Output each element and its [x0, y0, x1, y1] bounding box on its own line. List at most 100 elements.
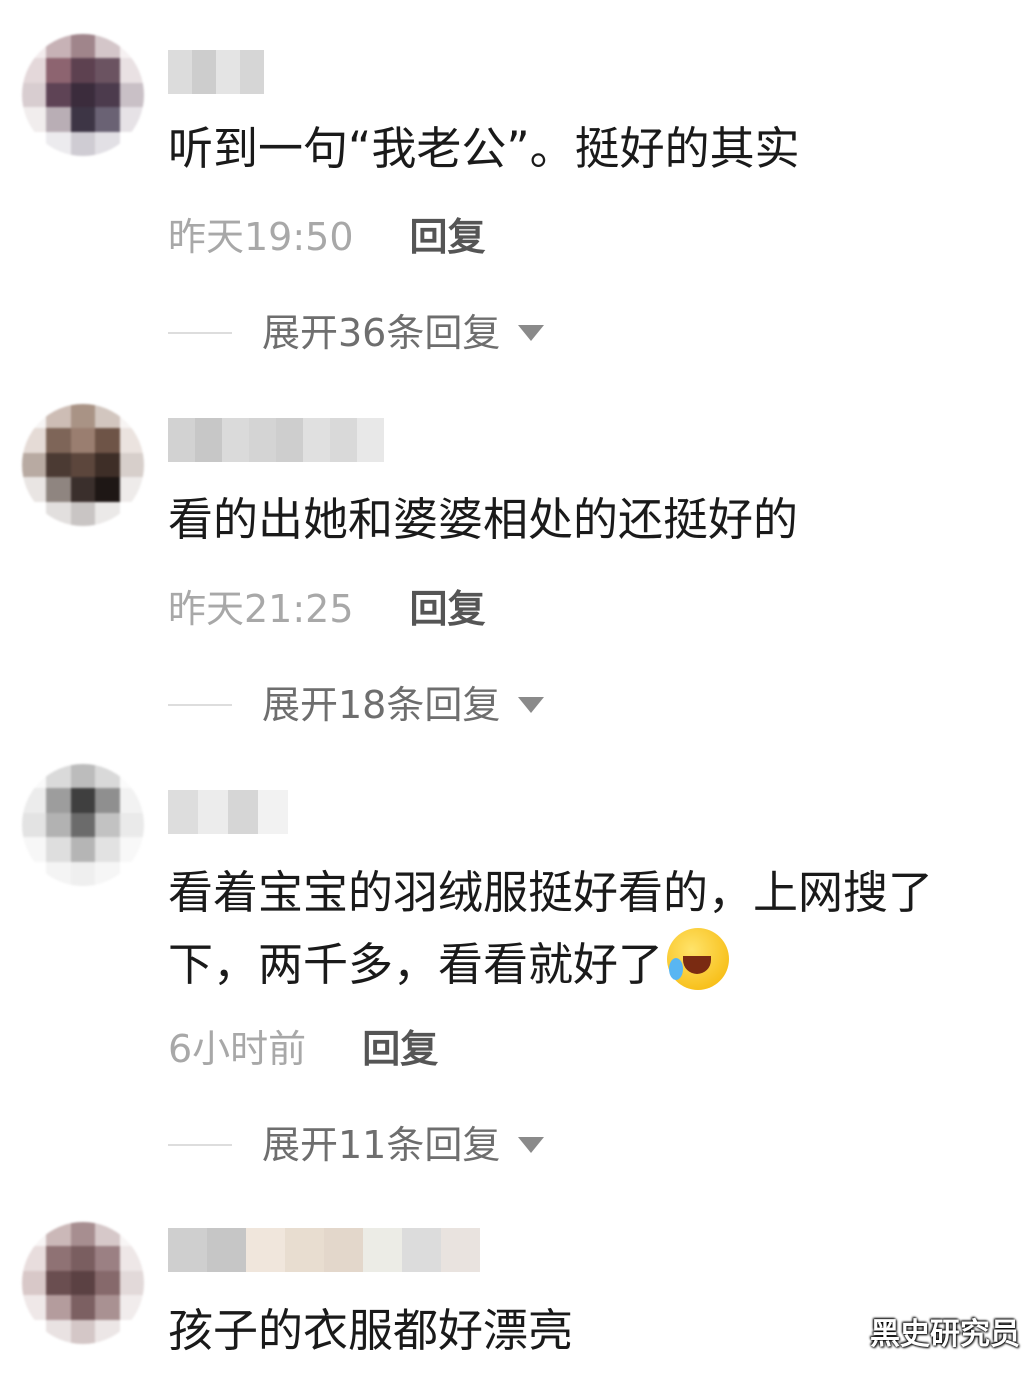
reply-button[interactable]: 回复 — [362, 1024, 438, 1074]
comment-meta: 昨天21:25 回复 — [168, 584, 486, 634]
avatar-pixel — [95, 1319, 120, 1344]
avatar-pixel — [22, 131, 47, 156]
avatar-pixel — [22, 812, 47, 838]
expand-replies-label: 展开36条回复 — [262, 311, 501, 355]
username-pixel — [357, 418, 384, 462]
avatar-pixel — [46, 82, 71, 108]
username-pixel — [168, 50, 192, 94]
avatar-pixel — [119, 131, 144, 156]
avatar-pixel — [70, 812, 96, 838]
avatar-pixel — [119, 837, 144, 862]
username-pixel — [246, 1228, 285, 1272]
avatar-pixel — [22, 1295, 47, 1320]
username[interactable] — [168, 1228, 480, 1272]
avatar-pixel — [70, 452, 96, 478]
expand-replies-button[interactable]: 展开18条回复 — [168, 680, 545, 730]
avatar-pixel — [70, 131, 96, 156]
avatar-pixel — [70, 477, 96, 502]
avatar[interactable] — [22, 34, 144, 156]
chevron-down-icon — [518, 325, 545, 341]
comment-meta: 6小时前 回复 — [168, 1024, 438, 1074]
avatar-pixel — [46, 477, 71, 502]
avatar[interactable] — [22, 1222, 144, 1344]
username-pixel — [195, 418, 222, 462]
username-pixel — [168, 418, 195, 462]
username-pixel — [249, 418, 276, 462]
avatar-pixel — [70, 1222, 96, 1247]
avatar-pixel — [46, 501, 71, 526]
avatar-pixel — [95, 107, 120, 132]
avatar-pixel — [46, 861, 71, 886]
avatar-pixel — [22, 428, 47, 453]
avatar-pixel — [95, 82, 120, 108]
avatar-pixel — [70, 764, 96, 789]
chevron-down-icon — [518, 1137, 545, 1153]
avatar-pixel — [70, 1246, 96, 1271]
expand-replies-button[interactable]: 展开36条回复 — [168, 308, 545, 358]
avatar-pixel — [46, 404, 71, 429]
divider-line — [168, 704, 232, 706]
username-pixel — [192, 50, 216, 94]
avatar-pixel — [119, 428, 144, 453]
avatar-pixel — [95, 1222, 120, 1247]
comment-text: 孩子的衣服都好漂亮 — [168, 1304, 574, 1357]
avatar-pixel — [46, 452, 71, 478]
username-pixel — [402, 1228, 441, 1272]
avatar-pixel — [119, 1222, 144, 1247]
avatar-pixel — [70, 107, 96, 132]
avatar-pixel — [22, 1246, 47, 1271]
avatar-pixel — [22, 861, 47, 886]
avatar-pixel — [46, 1319, 71, 1344]
avatar-pixel — [95, 1295, 120, 1320]
username[interactable] — [168, 50, 264, 94]
avatar-pixel — [22, 788, 47, 813]
expand-replies-button[interactable]: 展开11条回复 — [168, 1120, 545, 1170]
avatar-pixel — [95, 34, 120, 59]
avatar-pixel — [95, 452, 120, 478]
username-pixel — [207, 1228, 246, 1272]
avatar-pixel — [70, 1270, 96, 1296]
avatar-pixel — [119, 58, 144, 83]
avatar-pixel — [46, 837, 71, 862]
avatar-pixel — [46, 788, 71, 813]
avatar-pixel — [22, 82, 47, 108]
avatar-pixel — [70, 428, 96, 453]
comment-text: 看的出她和婆婆相处的还挺好的 — [168, 493, 799, 546]
avatar-pixel — [46, 58, 71, 83]
username-pixel — [324, 1228, 363, 1272]
avatar[interactable] — [22, 764, 144, 886]
avatar-pixel — [119, 1319, 144, 1344]
chevron-down-icon — [518, 697, 545, 713]
avatar-pixel — [95, 788, 120, 813]
avatar-pixel — [22, 764, 47, 789]
avatar-pixel — [46, 1295, 71, 1320]
username-pixel — [216, 50, 240, 94]
avatar-pixel — [95, 58, 120, 83]
avatar-pixel — [46, 764, 71, 789]
avatar[interactable] — [22, 404, 144, 526]
avatar-pixel — [95, 501, 120, 526]
username-pixel — [363, 1228, 402, 1272]
avatar-pixel — [119, 1246, 144, 1271]
divider-line — [168, 332, 232, 334]
avatar-pixel — [119, 788, 144, 813]
username-pixel — [198, 790, 228, 834]
expand-replies-label: 展开11条回复 — [262, 1123, 501, 1167]
avatar-pixel — [70, 501, 96, 526]
reply-button[interactable]: 回复 — [410, 584, 486, 634]
avatar-pixel — [95, 1270, 120, 1296]
reply-button[interactable]: 回复 — [410, 212, 486, 262]
username[interactable] — [168, 418, 384, 462]
avatar-pixel — [95, 764, 120, 789]
avatar-pixel — [22, 1270, 47, 1296]
avatar-pixel — [95, 837, 120, 862]
avatar-pixel — [95, 812, 120, 838]
avatar-pixel — [22, 1319, 47, 1344]
username[interactable] — [168, 790, 288, 834]
username-pixel — [441, 1228, 480, 1272]
avatar-pixel — [95, 1246, 120, 1271]
avatar-pixel — [119, 404, 144, 429]
avatar-pixel — [95, 861, 120, 886]
avatar-pixel — [70, 837, 96, 862]
username-pixel — [222, 418, 249, 462]
